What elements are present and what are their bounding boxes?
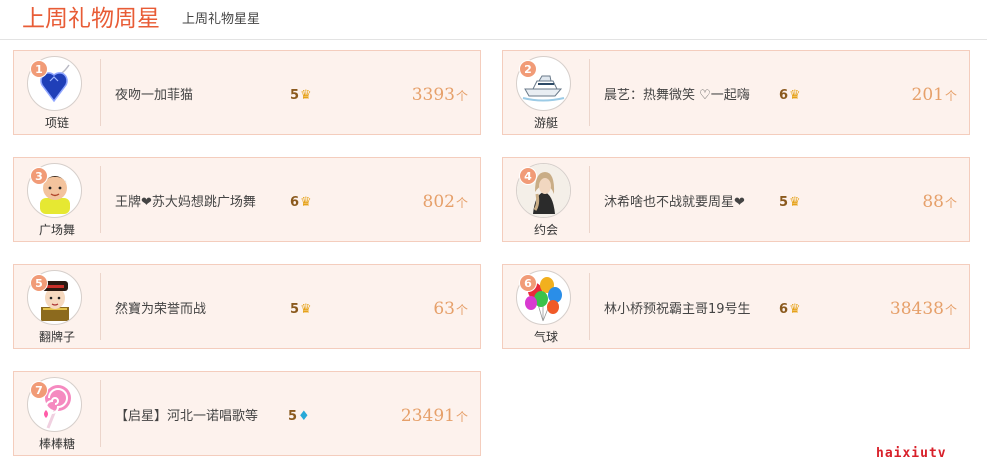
rank-badge: 2 (519, 60, 537, 78)
star-name-link[interactable]: 晨艺：热舞微笑 ♡一起嗨 (604, 87, 794, 105)
count-value: 63 (433, 299, 455, 319)
level-number: 5 (290, 302, 300, 317)
level-badge: 5♛ (290, 301, 312, 319)
page-title: 上周礼物周星 (22, 6, 160, 32)
rank-badge: 5 (30, 274, 48, 292)
rank-badge: 4 (519, 167, 537, 185)
page-header: 上周礼物周星 上周礼物星星 (0, 0, 987, 40)
count-value: 802 (422, 192, 455, 212)
gift-star-card[interactable]: 4 约会 沐希啥也不战就要周星❤ 5♛ 88个 (502, 157, 970, 242)
gift-count: 802个 (423, 191, 468, 213)
level-number: 5 (779, 195, 789, 210)
gift-name: 气球 (533, 330, 558, 344)
gift-info: 6 气球 (503, 265, 589, 348)
level-badge: 5♦ (288, 408, 310, 426)
watermark: haixiutv (876, 446, 947, 461)
gift-count: 201个 (912, 84, 957, 106)
rank-badge: 1 (30, 60, 48, 78)
rank-badge: 6 (519, 274, 537, 292)
gift-star-card[interactable]: 6 气球 林小桥预祝霸主哥19号生 6♛ 38438个 (502, 264, 970, 349)
gift-star-card[interactable]: 7 棒棒糖 【启星】河北一诺唱歌等 5♦ 23491个 (13, 371, 481, 456)
gift-info: 3 广场舞 (14, 158, 100, 241)
level-number: 6 (290, 195, 300, 210)
gift-count: 38438个 (890, 298, 957, 320)
gift-info: 2 游艇 (503, 51, 589, 134)
gift-name: 约会 (533, 223, 558, 237)
divider (100, 273, 101, 340)
gift-name: 翻牌子 (38, 330, 75, 344)
level-badge: 6♛ (779, 87, 801, 105)
count-unit: 个 (455, 196, 468, 210)
count-value: 201 (911, 85, 944, 105)
count-unit: 个 (455, 303, 468, 317)
crown-icon: ♛ (300, 302, 312, 317)
count-value: 3393 (411, 85, 455, 105)
divider (100, 380, 101, 447)
gift-star-card[interactable]: 3 广场舞 王牌❤苏大妈想跳广场舞 6♛ 802个 (13, 157, 481, 242)
gift-name: 广场舞 (38, 223, 75, 237)
star-name-link[interactable]: 然寶为荣誉而战 (115, 301, 305, 319)
count-value: 38438 (889, 299, 944, 319)
count-unit: 个 (455, 89, 468, 103)
level-number: 5 (290, 88, 300, 103)
page-subtitle[interactable]: 上周礼物星星 (182, 11, 260, 29)
crown-icon: ♛ (300, 88, 312, 103)
gift-star-card[interactable]: 1 项链 夜吻一加菲猫 5♛ 3393个 (13, 50, 481, 135)
rank-badge: 7 (30, 381, 48, 399)
count-unit: 个 (455, 410, 468, 424)
gift-count: 23491个 (401, 405, 468, 427)
count-value: 23491 (400, 406, 455, 426)
level-badge: 5♛ (290, 87, 312, 105)
gift-info: 4 约会 (503, 158, 589, 241)
crown-icon: ♛ (789, 302, 801, 317)
count-unit: 个 (944, 196, 957, 210)
rank-badge: 3 (30, 167, 48, 185)
crown-icon: ♛ (789, 88, 801, 103)
divider (100, 166, 101, 233)
level-number: 5 (288, 409, 298, 424)
gift-count: 63个 (433, 298, 468, 320)
star-name-link[interactable]: 王牌❤苏大妈想跳广场舞 (115, 194, 305, 212)
level-badge: 5♛ (779, 194, 801, 212)
crown-icon: ♛ (300, 195, 312, 210)
gift-name: 棒棒糖 (38, 437, 75, 451)
level-number: 6 (779, 88, 789, 103)
divider (100, 59, 101, 126)
gift-info: 7 棒棒糖 (14, 372, 100, 455)
divider (589, 59, 590, 126)
divider (589, 166, 590, 233)
crown-icon: ♛ (789, 195, 801, 210)
star-name-link[interactable]: 【启星】河北一诺唱歌等 (115, 408, 295, 426)
level-badge: 6♛ (779, 301, 801, 319)
gift-name: 项链 (44, 116, 69, 130)
diamond-icon: ♦ (298, 409, 310, 424)
gift-count: 88个 (922, 191, 957, 213)
gift-star-card[interactable]: 5 翻牌子 然寶为荣誉而战 5♛ 63个 (13, 264, 481, 349)
level-number: 6 (779, 302, 789, 317)
count-unit: 个 (944, 303, 957, 317)
gift-star-card[interactable]: 2 游艇 晨艺：热舞微笑 ♡一起嗨 6♛ 201个 (502, 50, 970, 135)
gift-info: 1 项链 (14, 51, 100, 134)
gift-info: 5 翻牌子 (14, 265, 100, 348)
level-badge: 6♛ (290, 194, 312, 212)
star-name-link[interactable]: 沐希啥也不战就要周星❤ (604, 194, 794, 212)
gift-count: 3393个 (412, 84, 468, 106)
gift-name: 游艇 (533, 116, 558, 130)
count-value: 88 (922, 192, 944, 212)
star-name-link[interactable]: 林小桥预祝霸主哥19号生 (604, 301, 794, 319)
divider (589, 273, 590, 340)
star-name-link[interactable]: 夜吻一加菲猫 (115, 87, 305, 105)
count-unit: 个 (944, 89, 957, 103)
